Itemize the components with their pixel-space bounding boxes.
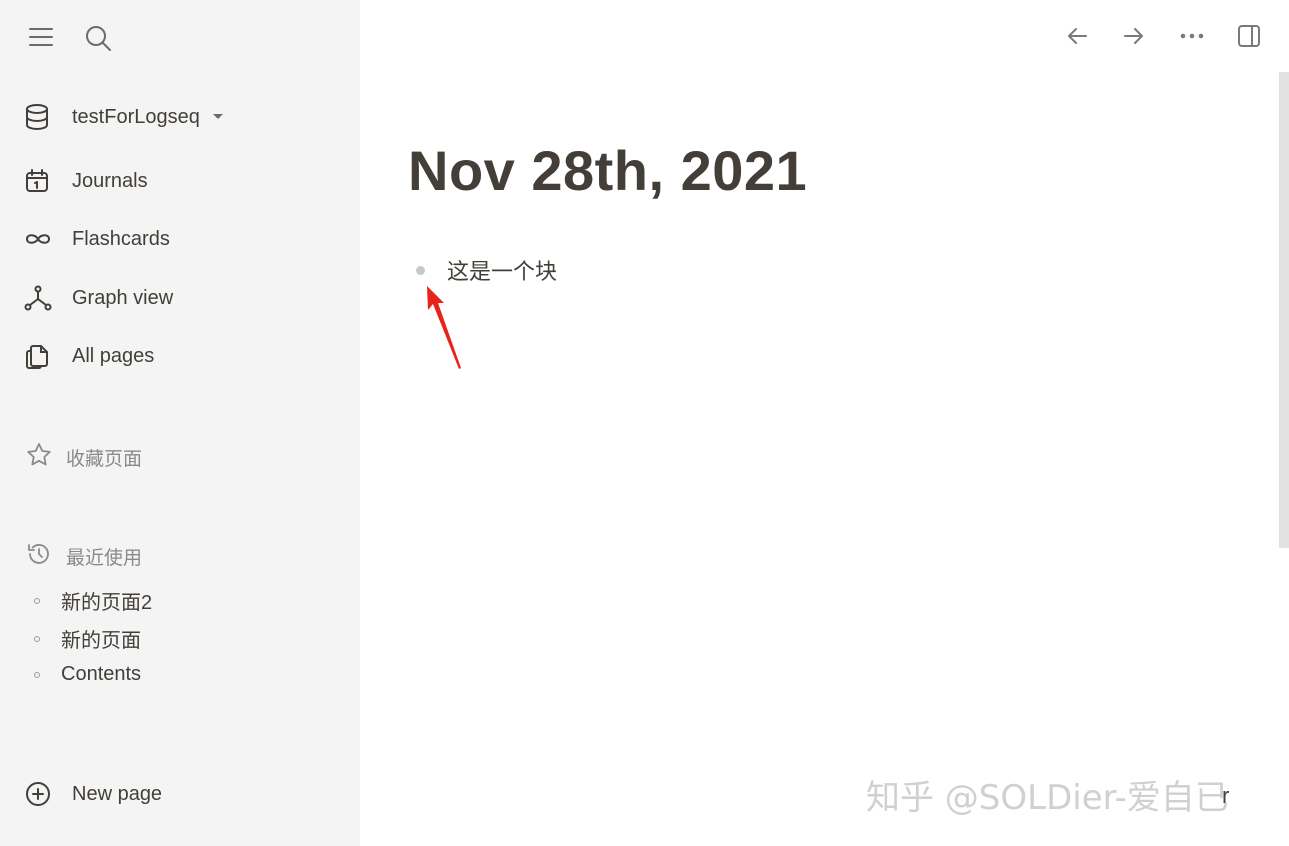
recent-label: 最近使用 bbox=[66, 548, 143, 569]
favorites-section-title[interactable]: 收藏页面 bbox=[26, 442, 142, 473]
recent-item[interactable]: Contents bbox=[34, 663, 141, 686]
repo-name: testForLogseq bbox=[72, 105, 200, 128]
nav-graph-view[interactable]: Graph view bbox=[24, 282, 173, 314]
star-icon bbox=[26, 442, 52, 473]
recent-item[interactable]: 新的页面2 bbox=[34, 586, 152, 615]
new-page-label: New page bbox=[72, 782, 163, 805]
menu-icon[interactable] bbox=[26, 24, 56, 50]
nav-journals[interactable]: Journals bbox=[24, 165, 148, 197]
main-content: Nov 28th, 2021 这是一个块 bbox=[360, 0, 1289, 846]
recent-dot bbox=[34, 597, 40, 604]
nav-journals-label: Journals bbox=[72, 169, 148, 192]
graph-icon bbox=[24, 283, 54, 313]
nav-flashcards-label: Flashcards bbox=[72, 227, 170, 250]
nav-all-pages-label: All pages bbox=[72, 344, 155, 367]
annotation-arrow-icon bbox=[427, 286, 461, 369]
history-icon bbox=[26, 541, 52, 572]
corner-glyph: r bbox=[1222, 783, 1230, 808]
arrow-left-icon[interactable] bbox=[1063, 22, 1091, 50]
recent-item-label: Contents bbox=[61, 663, 142, 685]
repo-selector[interactable]: testForLogseq bbox=[24, 101, 224, 133]
plus-circle-icon bbox=[24, 779, 54, 809]
block-bullet[interactable] bbox=[416, 265, 425, 275]
favorites-label: 收藏页面 bbox=[66, 449, 143, 470]
arrow-right-icon[interactable] bbox=[1120, 22, 1148, 50]
toggle-right-sidebar-icon[interactable] bbox=[1235, 22, 1263, 50]
more-icon[interactable] bbox=[1177, 22, 1207, 50]
recent-item[interactable]: 新的页面 bbox=[34, 624, 141, 653]
recent-dot bbox=[34, 671, 40, 678]
new-page-button[interactable]: New page bbox=[24, 778, 162, 810]
watermark: 知乎 @SOLDier-爱自已 bbox=[866, 778, 1229, 818]
pages-icon bbox=[24, 341, 54, 371]
recent-section-title[interactable]: 最近使用 bbox=[26, 541, 142, 572]
recent-dot bbox=[34, 635, 40, 642]
nav-graph-view-label: Graph view bbox=[72, 286, 174, 309]
caret-down-icon bbox=[212, 108, 224, 126]
database-icon bbox=[24, 102, 54, 132]
search-icon[interactable] bbox=[82, 22, 114, 54]
left-sidebar: testForLogseq Journals Flashcards Graph … bbox=[0, 0, 360, 846]
nav-all-pages[interactable]: All pages bbox=[24, 340, 154, 372]
calendar-icon bbox=[24, 166, 54, 196]
recent-item-label: 新的页面 bbox=[61, 630, 141, 652]
infinity-icon bbox=[24, 224, 54, 254]
scrollbar[interactable] bbox=[1279, 72, 1289, 548]
nav-flashcards[interactable]: Flashcards bbox=[24, 223, 170, 255]
recent-item-label: 新的页面2 bbox=[61, 592, 153, 614]
page-title[interactable]: Nov 28th, 2021 bbox=[408, 138, 807, 203]
